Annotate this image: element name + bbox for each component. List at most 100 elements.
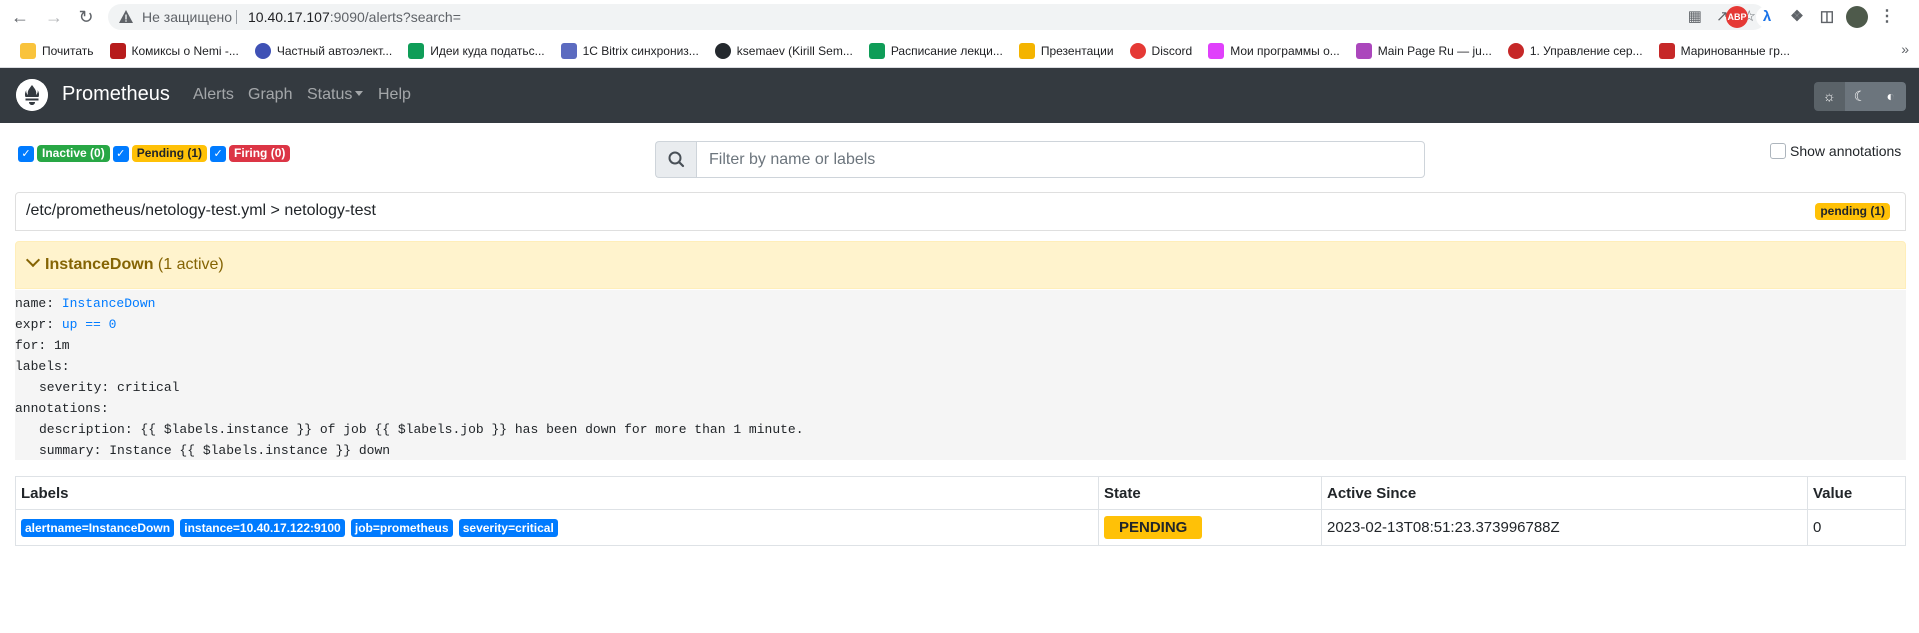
table-header-row: Labels State Active Since Value [15, 476, 1906, 510]
rule-labels-line: labels: [15, 359, 70, 374]
rule-name-value[interactable]: InstanceDown [62, 296, 156, 311]
bookmark-label: Расписание лекци... [890, 44, 1003, 58]
rule-description-line: description: {{ $labels.instance }} of j… [39, 422, 804, 437]
nav-status-dropdown[interactable]: Status [307, 86, 364, 104]
address-bar[interactable]: Не защищено 10.40.17.107:9090/alerts?sea… [108, 4, 1766, 30]
firing-checkbox[interactable]: ✓ [210, 145, 227, 162]
rule-name-key: name: [15, 296, 62, 311]
bookmark-item[interactable]: 1C Bitrix синхрониз... [553, 39, 707, 63]
profile-avatar[interactable] [1846, 6, 1868, 28]
firing-badge[interactable]: Firing (0) [229, 145, 291, 162]
bookmark-item[interactable]: Почитать [12, 39, 102, 63]
search-icon [655, 141, 696, 178]
value-column-header: Value [1807, 476, 1906, 510]
nav-help-link[interactable]: Help [378, 86, 411, 104]
label-badge: alertname=InstanceDown [21, 518, 175, 537]
label-badge: severity=critical [458, 518, 558, 537]
nav-graph-link[interactable]: Graph [248, 86, 292, 104]
translate-icon[interactable]: ▦ [1688, 7, 1702, 27]
nav-alerts-link[interactable]: Alerts [193, 86, 234, 104]
prometheus-logo-icon[interactable] [16, 79, 48, 111]
bookmark-favicon [1507, 43, 1524, 59]
address-row: ← → ↻ Не защищено 10.40.17.107:9090/aler… [0, 0, 1919, 34]
rule-name-line: name: InstanceDown [15, 293, 1906, 314]
pending-badge[interactable]: Pending (1) [131, 145, 208, 162]
filter-search-input[interactable] [696, 141, 1425, 178]
adblock-icon[interactable]: ABP [1726, 6, 1748, 28]
alert-rule-header[interactable]: InstanceDown (1 active) [15, 241, 1906, 289]
bookmark-favicon [1658, 43, 1675, 59]
dark-theme-moon-icon[interactable]: ☾ [1844, 82, 1876, 111]
folder-icon [20, 43, 36, 59]
bookmark-label: Discord [1151, 44, 1193, 58]
inactive-badge[interactable]: Inactive (0) [37, 145, 110, 162]
sidepanel-icon[interactable]: ◫ [1816, 6, 1838, 28]
extension-icon[interactable]: λ [1756, 6, 1778, 28]
filter-search-group [655, 141, 1425, 178]
bookmark-item[interactable]: Discord [1122, 39, 1201, 63]
show-annotations-label: Show annotations [1790, 143, 1902, 159]
divider [236, 10, 237, 24]
bookmark-item[interactable]: Расписание лекци... [861, 39, 1011, 63]
url-text[interactable]: 10.40.17.107:9090/alerts?search= [248, 9, 461, 25]
bookmark-label: 1. Управление сер... [1529, 44, 1643, 58]
alert-rule-name: InstanceDown [45, 256, 154, 273]
state-cell: PENDING [1098, 509, 1322, 546]
bookmarks-bar: Почитать Комиксы о Nemi -... Частный авт… [0, 36, 1919, 66]
labels-cell: alertname=InstanceDown instance=10.40.17… [15, 509, 1099, 546]
bookmark-favicon [1355, 43, 1372, 59]
browser-chrome: ← → ↻ Не защищено 10.40.17.107:9090/aler… [0, 0, 1919, 68]
rule-expr-key: expr: [15, 317, 62, 332]
show-annotations-toggle[interactable]: Show annotations [1770, 143, 1901, 159]
alert-rule-title: InstanceDown (1 active) [25, 252, 224, 274]
theme-toggle-group: ☼ ☾ ◐ [1814, 82, 1906, 111]
bookmarks-overflow-button[interactable]: » [1901, 41, 1909, 57]
rule-annotations-line: annotations: [15, 401, 109, 416]
caret-down-icon [355, 91, 364, 96]
bookmark-item[interactable]: Частный автоэлект... [247, 39, 400, 63]
bookmark-label: 1C Bitrix синхрониз... [582, 44, 699, 58]
forward-icon[interactable]: → [42, 5, 66, 29]
bookmark-favicon [560, 43, 577, 59]
bookmark-item[interactable]: Комиксы о Nemi -... [102, 39, 247, 63]
auto-theme-contrast-icon[interactable]: ◐ [1875, 82, 1906, 111]
url-path: :9090/alerts?search= [329, 9, 461, 25]
bookmark-item[interactable]: ksemaev (Kirill Sem... [707, 39, 861, 63]
value-cell: 0 [1807, 509, 1906, 546]
warning-icon[interactable] [118, 9, 134, 25]
state-filter-group: ✓ Inactive (0) ✓ Pending (1) ✓ Firing (0… [18, 145, 291, 162]
inactive-checkbox[interactable]: ✓ [18, 145, 34, 162]
bookmark-item[interactable]: Идеи куда податьс... [400, 39, 552, 63]
rule-expr-value[interactable]: up == 0 [62, 317, 117, 332]
state-badge: PENDING [1104, 516, 1203, 539]
brand-title[interactable]: Prometheus [62, 83, 170, 106]
bookmark-label: Почитать [42, 44, 94, 58]
chevron-down-icon [25, 252, 41, 268]
bookmark-item[interactable]: 1. Управление сер... [1500, 39, 1651, 63]
back-icon[interactable]: ← [8, 5, 32, 29]
bookmark-favicon [254, 43, 271, 59]
bookmark-label: Презентации [1040, 44, 1114, 58]
alert-rule-definition: name: InstanceDown expr: up == 0 for: 1m… [15, 290, 1906, 460]
rule-expr-line: expr: up == 0 [15, 314, 1906, 335]
menu-icon[interactable]: ⋮ [1876, 6, 1898, 28]
light-theme-sun-icon[interactable]: ☼ [1814, 82, 1845, 111]
pending-checkbox[interactable]: ✓ [112, 145, 129, 162]
bookmark-item[interactable]: Main Page Ru — ju... [1348, 39, 1500, 63]
label-badge: job=prometheus [350, 518, 453, 537]
bookmark-item[interactable]: Маринованные гр... [1651, 39, 1798, 63]
bookmark-label: Маринованные гр... [1680, 44, 1790, 58]
active-since-cell: 2023-02-13T08:51:23.373996788Z [1321, 509, 1808, 546]
bookmark-item[interactable]: Мои программы о... [1200, 39, 1348, 63]
show-annotations-checkbox[interactable] [1770, 143, 1786, 159]
reload-icon[interactable]: ↻ [74, 5, 98, 29]
puzzle-icon[interactable]: ❖ [1786, 6, 1808, 28]
bookmark-item[interactable]: Презентации [1011, 39, 1122, 63]
bookmark-favicon [1208, 43, 1225, 59]
discord-icon [1129, 43, 1146, 59]
security-status[interactable]: Не защищено [142, 9, 232, 25]
bookmark-label: Мои программы о... [1230, 44, 1340, 58]
labels-column-header: Labels [15, 476, 1099, 510]
bookmark-label: Идеи куда податьс... [430, 44, 545, 58]
label-badge: instance=10.40.17.122:9100 [180, 518, 345, 537]
